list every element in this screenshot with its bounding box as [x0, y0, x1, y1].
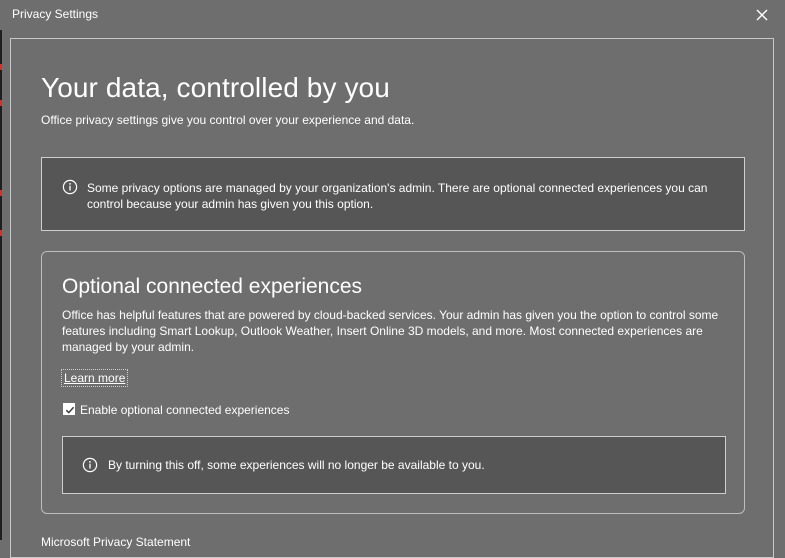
title-bar: Privacy Settings: [0, 0, 785, 30]
info-icon: [82, 457, 98, 478]
close-button[interactable]: [751, 4, 773, 26]
close-icon: [756, 9, 768, 21]
enable-optional-experiences-label[interactable]: Enable optional connected experiences: [80, 403, 289, 417]
info-icon: [62, 179, 78, 200]
page-subtitle: Office privacy settings give you control…: [41, 113, 415, 127]
optional-connected-experiences-section: Optional connected experiences Office ha…: [41, 251, 745, 514]
background-window-edge: [0, 30, 2, 540]
admin-notice-text: Some privacy options are managed by your…: [87, 181, 708, 211]
section-description: Office has helpful features that are pow…: [62, 308, 719, 354]
learn-more-link[interactable]: Learn more: [61, 369, 129, 387]
window-title: Privacy Settings: [12, 7, 99, 21]
page-title: Your data, controlled by you: [41, 72, 390, 103]
checkmark-icon: [65, 406, 75, 414]
privacy-statement-link[interactable]: Microsoft Privacy Statement: [41, 535, 190, 549]
turn-off-warning-text: By turning this off, some experiences wi…: [108, 458, 485, 472]
enable-optional-experiences-checkbox[interactable]: [63, 403, 75, 415]
admin-notice: Some privacy options are managed by your…: [41, 157, 745, 231]
turn-off-warning: By turning this off, some experiences wi…: [62, 436, 726, 494]
section-title: Optional connected experiences: [62, 275, 363, 298]
